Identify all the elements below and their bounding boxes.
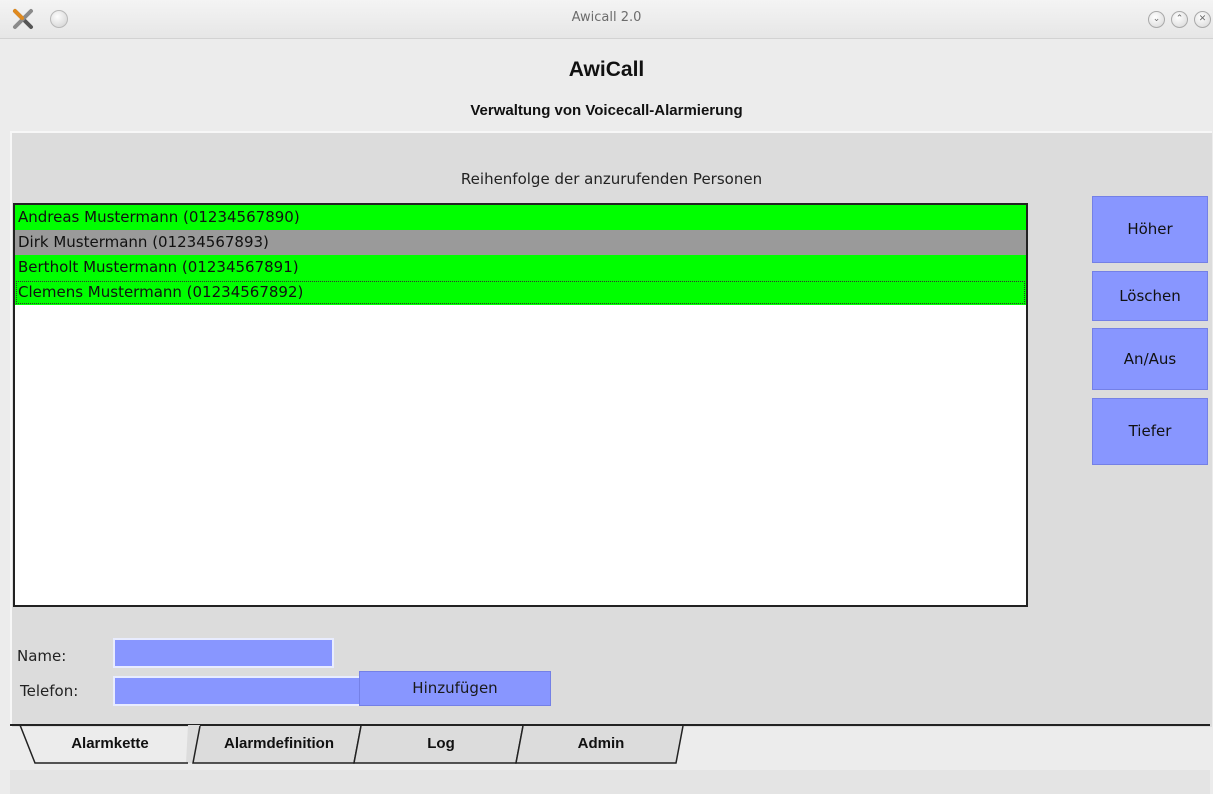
list-item[interactable]: Clemens Mustermann (01234567892) <box>15 280 1026 305</box>
move-down-button[interactable]: Tiefer <box>1092 398 1208 465</box>
name-input[interactable] <box>113 638 334 668</box>
minimize-icon[interactable]: ⌄ <box>1148 11 1165 28</box>
app-title: AwiCall <box>568 58 645 81</box>
tab-alarmdefinition[interactable]: Alarmdefinition <box>200 735 358 755</box>
close-icon[interactable]: ✕ <box>1194 11 1211 28</box>
add-button[interactable]: Hinzufügen <box>359 671 551 706</box>
app-subtitle: Verwaltung von Voicecall-Alarmierung <box>470 102 743 119</box>
phone-label: Telefon: <box>20 682 79 700</box>
toggle-on-off-button[interactable]: An/Aus <box>1092 328 1208 390</box>
window-titlebar: Awicall 2.0 ⌄ ⌃ ✕ <box>0 0 1213 39</box>
move-up-button[interactable]: Höher <box>1092 196 1208 263</box>
delete-button[interactable]: Löschen <box>1092 271 1208 321</box>
maximize-icon[interactable]: ⌃ <box>1171 11 1188 28</box>
list-item[interactable]: Andreas Mustermann (01234567890) <box>15 205 1026 230</box>
name-label: Name: <box>17 647 67 665</box>
list-item[interactable]: Bertholt Mustermann (01234567891) <box>15 255 1026 280</box>
phone-input[interactable] <box>113 676 361 706</box>
tab-log[interactable]: Log <box>362 735 520 755</box>
tab-alarmkette[interactable]: Alarmkette <box>40 735 180 755</box>
window-title: Awicall 2.0 <box>571 10 642 25</box>
list-item[interactable]: Dirk Mustermann (01234567893) <box>15 230 1026 255</box>
list-caption: Reihenfolge der anzurufenden Personen <box>460 170 763 188</box>
tab-admin[interactable]: Admin <box>522 735 680 755</box>
person-listbox[interactable]: Andreas Mustermann (01234567890) Dirk Mu… <box>13 203 1028 607</box>
status-bar <box>10 770 1210 794</box>
